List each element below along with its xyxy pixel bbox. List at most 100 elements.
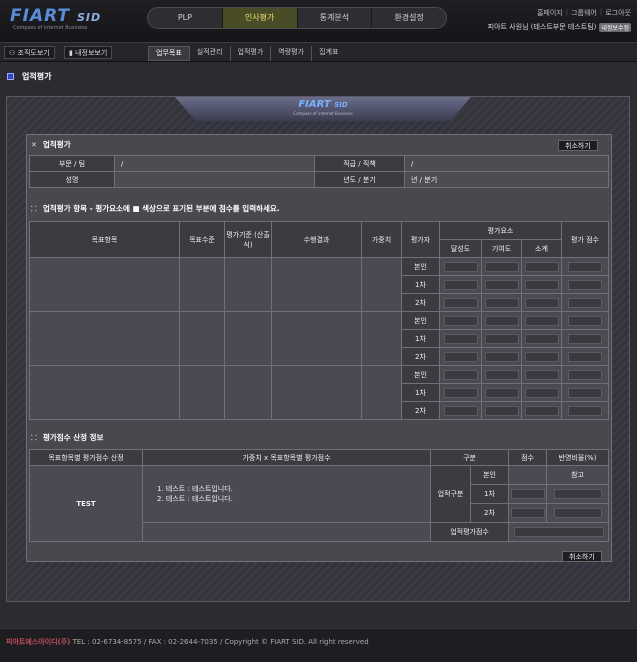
subtotal-field — [524, 333, 559, 344]
frame-header: FIART SID Compass of internet Business — [175, 97, 471, 121]
nav-settings[interactable]: 환경설정 — [372, 8, 446, 28]
info-table: 부문 / 팀 / 직급 / 직책 / 성명 년도 / 분기 년 / 분기 — [29, 155, 609, 188]
subtotal-field — [524, 405, 559, 416]
col-evaluator: 평가자 — [401, 221, 440, 258]
tab-performance-mgmt[interactable]: 실적관리 — [190, 46, 231, 61]
contribution-input[interactable] — [484, 333, 519, 344]
logo[interactable]: FIART SID — [10, 6, 101, 26]
dept-team-label: 부문 / 팀 — [29, 155, 115, 172]
col-calc: 목표항목별 평가점수 산정 — [29, 449, 143, 466]
contribution-input[interactable] — [484, 297, 519, 308]
score-field — [568, 387, 602, 398]
evaluator-first: 1차 — [401, 383, 440, 402]
section-header-eval: ✕ 업적평가 — [31, 140, 71, 149]
goal-cell — [29, 257, 180, 312]
notes-cell: 1. 테스트 : 테스트입니다. 2. 테스트 : 테스트입니다. — [142, 465, 431, 523]
cancel-button-bottom[interactable]: 취소하기 — [562, 551, 602, 562]
evaluator-self: 본인 — [401, 311, 440, 330]
section-header-score-info: ⸬ 평가점수 산정 정보 — [31, 433, 104, 442]
col-ratio: 반영비율(%) — [546, 449, 609, 466]
score-field — [568, 333, 602, 344]
nav-plp[interactable]: PLP — [148, 8, 223, 28]
criteria-cell — [224, 365, 272, 420]
app-window: FIART SID Compass of internet Business P… — [0, 0, 637, 662]
col-score: 점수 — [508, 449, 548, 466]
achievement-input[interactable] — [443, 351, 478, 362]
achievement-input[interactable] — [443, 333, 478, 344]
link-logout[interactable]: 로그아웃 — [605, 8, 631, 18]
link-homepage[interactable]: 홈페이지 — [537, 8, 563, 18]
weight-cell — [361, 257, 402, 312]
footer-contact: TEL : 02-6734-8575 / FAX : 02-2644-7035 … — [72, 638, 369, 646]
col-achievement: 달성도 — [439, 239, 482, 258]
list-icon: ⸬ — [31, 205, 37, 213]
score-field — [568, 297, 602, 308]
evaluator-second: 2차 — [401, 401, 440, 420]
score-evaluator-self: 본인 — [469, 465, 510, 485]
tab-summary[interactable]: 집계표 — [312, 46, 345, 61]
goal-cell — [29, 365, 180, 420]
col-weight: 가중치 — [361, 221, 402, 258]
cancel-button-top[interactable]: 취소하기 — [558, 140, 598, 151]
logo-tagline: Compass of internet Business — [13, 25, 88, 31]
edit-profile-button[interactable]: 내정보수정 — [599, 22, 631, 32]
achievement-input[interactable] — [443, 297, 478, 308]
col-contribution: 기여도 — [481, 239, 522, 258]
contribution-input[interactable] — [484, 369, 519, 380]
tab-competency-eval[interactable]: 역량평가 — [271, 46, 313, 61]
col-subtotal: 소계 — [521, 239, 562, 258]
nav-personnel-eval[interactable]: 인사평가 — [222, 8, 298, 28]
score-field — [568, 279, 602, 290]
level-cell — [179, 257, 225, 312]
achievement-input[interactable] — [443, 387, 478, 398]
subtotal-field — [524, 315, 559, 326]
name-label: 성명 — [29, 171, 115, 188]
contribution-input[interactable] — [484, 279, 519, 290]
link-groupware[interactable]: 그룹웨어 — [571, 8, 597, 18]
name-value — [114, 171, 315, 188]
footer-brand: 피아트에스아이디(주) — [6, 638, 71, 646]
evaluator-self: 본인 — [401, 365, 440, 384]
achievement-input[interactable] — [443, 405, 478, 416]
list-icon: ⸬ — [31, 434, 37, 442]
user-name: 피아트 사원님 (테스트부문 테스트팀) — [487, 23, 597, 31]
my-info-button[interactable]: ▮ 내정보보기 — [64, 46, 113, 59]
util-nav: 홈페이지 | 그룹웨어 | 로그아웃 — [536, 8, 631, 18]
col-type: 구분 — [429, 449, 510, 466]
contribution-input[interactable] — [484, 387, 519, 398]
subtotal-field — [524, 351, 559, 362]
position-label: 직급 / 직책 — [314, 155, 405, 172]
weight-cell — [361, 365, 402, 420]
contribution-input[interactable] — [484, 351, 519, 362]
ratio-second-field — [553, 508, 602, 518]
score-field — [568, 261, 602, 272]
goal-cell — [29, 311, 180, 366]
level-cell — [179, 311, 225, 366]
tab-performance-eval[interactable]: 업적평가 — [231, 46, 272, 61]
score-field — [568, 351, 602, 362]
section-header-items: ⸬ 업적평가 항목 - 평가요소에 ■ 색상으로 표기된 부분에 점수를 입력하… — [31, 204, 280, 213]
col-level: 목표수준 — [179, 221, 225, 258]
total-label: 업적평가점수 — [429, 522, 510, 542]
note-1: 1. 테스트 : 테스트입니다. — [157, 485, 233, 493]
evaluator-second: 2차 — [401, 293, 440, 312]
contribution-input[interactable] — [484, 315, 519, 326]
tools-icon: ✕ — [31, 141, 37, 149]
contribution-input[interactable] — [484, 261, 519, 272]
achievement-input[interactable] — [443, 261, 478, 272]
nav-statistics[interactable]: 통계분석 — [298, 8, 373, 28]
position-value: / — [404, 155, 609, 172]
test-label: TEST — [29, 465, 143, 542]
note-2: 2. 테스트 : 테스트입니다. — [157, 495, 233, 503]
col-result: 수행결과 — [271, 221, 362, 258]
achievement-input[interactable] — [443, 315, 478, 326]
org-chart-button[interactable]: ⚇ 조직도보기 — [4, 46, 55, 59]
tab-work-goals[interactable]: 업무목표 — [148, 46, 190, 61]
page-title: 업적평가 — [22, 72, 52, 81]
score-evaluator-first: 1차 — [469, 484, 510, 504]
achievement-input[interactable] — [443, 279, 478, 290]
result-cell — [271, 311, 362, 366]
achievement-input[interactable] — [443, 369, 478, 380]
contribution-input[interactable] — [484, 405, 519, 416]
score-first-field — [510, 489, 545, 499]
